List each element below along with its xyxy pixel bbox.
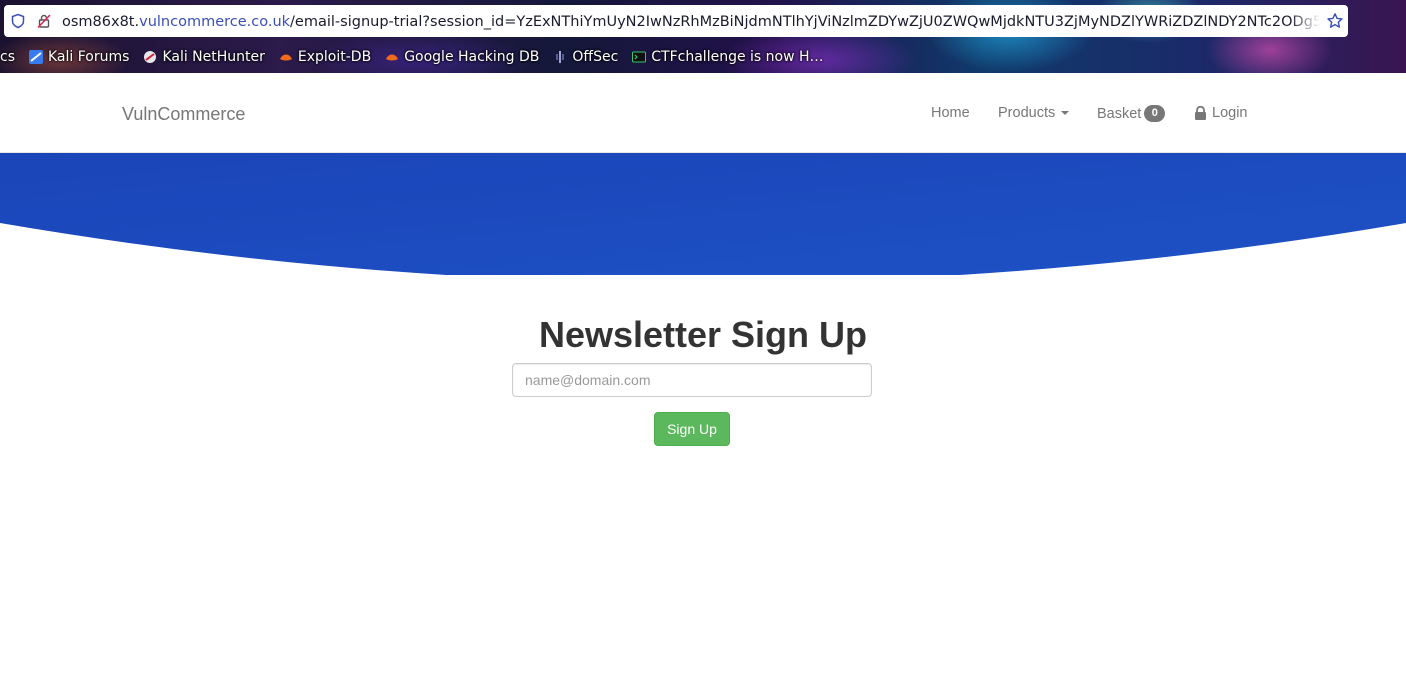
ghdb-icon: [386, 54, 399, 61]
bookmark-item[interactable]: Google Hacking DB: [385, 49, 539, 65]
address-bar[interactable]: osm86x8t.vulncommerce.co.uk/email-signup…: [4, 5, 1348, 37]
email-input[interactable]: [512, 363, 872, 397]
terminal-icon: [632, 51, 647, 63]
url-fade: [1290, 12, 1320, 32]
bookmark-item[interactable]: Exploit-DB: [279, 49, 371, 65]
hero-shape: [0, 153, 1406, 275]
shield-icon[interactable]: [10, 13, 26, 29]
bookmark-item[interactable]: Kali Forums: [29, 49, 129, 65]
nav-login-label: Login: [1212, 105, 1248, 121]
url-domain: vulncommerce.co.uk: [139, 14, 291, 30]
sign-up-button[interactable]: Sign Up: [654, 412, 730, 446]
hero-banner: [0, 153, 1406, 275]
exploitdb-icon: [279, 54, 292, 61]
offsec-icon: [556, 51, 564, 63]
url-path: /email-signup-trial?session_id=YzExNThiY…: [290, 14, 1320, 30]
bookmark-item[interactable]: CTFchallenge is now H…: [632, 49, 824, 65]
url-text[interactable]: osm86x8t.vulncommerce.co.uk/email-signup…: [62, 12, 1320, 32]
bookmarks-bar: cs Kali Forums Kali NetHunter Exploit-DB…: [0, 44, 1406, 70]
bookmark-item[interactable]: Kali NetHunter: [143, 49, 265, 65]
bookmark-item[interactable]: OffSec: [553, 49, 618, 65]
brand-link[interactable]: VulnCommerce: [122, 104, 245, 125]
site-navbar: VulnCommerce Home Products Basket 0 Logi…: [0, 73, 1406, 153]
caret-down-icon: [1061, 111, 1070, 115]
nav-products-label: Products: [998, 105, 1056, 121]
nav-login[interactable]: Login: [1194, 105, 1247, 121]
page-title: Newsletter Sign Up: [538, 314, 868, 355]
bookmark-item[interactable]: cs: [0, 49, 15, 65]
insecure-lock-icon[interactable]: [36, 13, 52, 29]
nav-home[interactable]: Home: [931, 105, 970, 121]
nav-basket[interactable]: Basket 0: [1097, 105, 1166, 122]
bookmark-star-icon[interactable]: [1326, 12, 1344, 30]
basket-count-badge: 0: [1144, 105, 1166, 122]
url-prefix: osm86x8t.: [62, 14, 140, 30]
nethunter-icon: [144, 51, 157, 63]
browser-chrome: osm86x8t.vulncommerce.co.uk/email-signup…: [0, 0, 1406, 73]
kali-icon: [29, 50, 43, 64]
nav-products-dropdown[interactable]: Products: [998, 105, 1070, 121]
lock-icon: [1195, 106, 1206, 120]
nav-home-label: Home: [931, 105, 970, 121]
nav-basket-label: Basket: [1097, 105, 1142, 122]
